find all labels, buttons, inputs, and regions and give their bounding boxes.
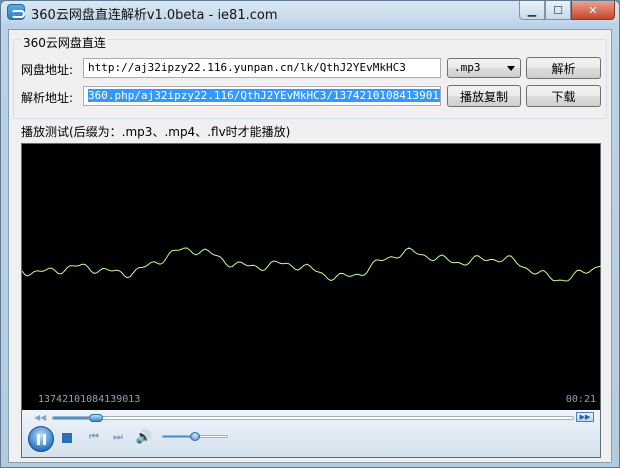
download-button[interactable]: 下载 bbox=[526, 85, 601, 107]
format-select[interactable]: .mp3 bbox=[447, 58, 521, 78]
previous-icon: ⏮ bbox=[89, 430, 99, 443]
title-bar[interactable]: 360云网盘直连解析v1.0beta - ie81.com ▁ ☐ ✕ bbox=[1, 1, 619, 23]
cloud-app-icon bbox=[7, 4, 25, 20]
url-label: 网盘地址: bbox=[21, 63, 74, 77]
close-icon: ✕ bbox=[588, 3, 598, 17]
volume-button[interactable]: 🔊 bbox=[134, 429, 154, 445]
media-file-name: 13742101084139013 bbox=[38, 394, 141, 405]
pause-icon bbox=[36, 433, 46, 445]
maximize-button[interactable]: ☐ bbox=[545, 1, 571, 20]
volume-slider[interactable] bbox=[162, 432, 228, 441]
minimize-icon: ▁ bbox=[527, 3, 537, 17]
parsed-url-input[interactable]: 360.php/aj32ipzy22.116/QthJ2YEvMkHC3/137… bbox=[83, 86, 441, 106]
seek-back-icon[interactable]: ◀◀ bbox=[34, 413, 46, 422]
parse-button[interactable]: 解析 bbox=[526, 57, 601, 79]
window-title: 360云网盘直连解析v1.0beta - ie81.com bbox=[31, 8, 278, 23]
format-select-value: .mp3 bbox=[454, 61, 481, 74]
close-button[interactable]: ✕ bbox=[571, 1, 615, 20]
media-player: 13742101084139013 00:21 ◀◀ ▶▶ ⏮ ⏭ 🔊 bbox=[21, 143, 602, 458]
window-controls: ▁ ☐ ✕ bbox=[519, 1, 615, 20]
previous-button[interactable]: ⏮ bbox=[86, 430, 102, 444]
player-controls: ◀◀ ▶▶ ⏮ ⏭ 🔊 bbox=[22, 410, 600, 457]
media-time: 00:21 bbox=[565, 394, 596, 405]
volume-icon: 🔊 bbox=[135, 429, 153, 445]
parsed-url-value: 360.php/aj32ipzy22.116/QthJ2YEvMkHC3/137… bbox=[88, 89, 440, 102]
maximize-icon: ☐ bbox=[553, 3, 563, 17]
parsed-label: 解析地址: bbox=[21, 91, 74, 105]
waveform-line bbox=[22, 247, 602, 282]
waveform-visualization bbox=[22, 247, 602, 282]
seek-thumb[interactable] bbox=[89, 414, 104, 422]
fast-forward-icon[interactable]: ▶▶ bbox=[576, 412, 594, 422]
url-input[interactable]: http://aj32ipzy22.116.yunpan.cn/lk/QthJ2… bbox=[83, 58, 441, 78]
minimize-button[interactable]: ▁ bbox=[519, 1, 545, 20]
seek-bar[interactable] bbox=[52, 414, 574, 422]
volume-thumb[interactable] bbox=[190, 432, 200, 441]
stop-button[interactable] bbox=[62, 433, 72, 443]
next-button[interactable]: ⏭ bbox=[110, 430, 126, 444]
client-area: 360云网盘直连 网盘地址: http://aj32ipzy22.116.yun… bbox=[8, 29, 612, 463]
group-title: 360云网盘直连 bbox=[21, 34, 108, 51]
url-input-value: http://aj32ipzy22.116.yunpan.cn/lk/QthJ2… bbox=[88, 61, 406, 74]
chevron-down-icon bbox=[507, 66, 515, 71]
app-window: 360云网盘直连解析v1.0beta - ie81.com ▁ ☐ ✕ 360云… bbox=[0, 0, 620, 468]
direct-link-group bbox=[13, 39, 607, 119]
next-icon: ⏭ bbox=[113, 430, 123, 443]
pause-button[interactable] bbox=[28, 426, 54, 452]
copy-play-button[interactable]: 播放复制 bbox=[447, 85, 521, 107]
seek-fill bbox=[53, 417, 90, 419]
player-caption: 播放测试(后缀为：.mp3、.mp4、.flv时才能播放) bbox=[21, 125, 291, 139]
